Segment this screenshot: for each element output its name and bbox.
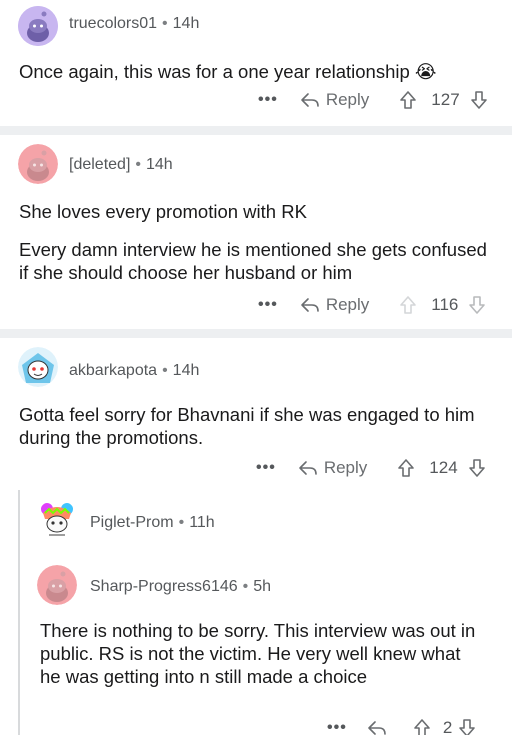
snoo-avatar-icon [18, 6, 58, 46]
comment-paragraph: Gotta feel sorry for Bhavnani if she was… [19, 404, 475, 448]
reply-label: Reply [325, 90, 370, 109]
comment-meta: [deleted] • 14h [69, 156, 173, 173]
downvote-button[interactable] [470, 90, 488, 110]
divider [0, 126, 512, 135]
comment-meta: truecolors01 • 14h [69, 15, 200, 32]
reply-label: Reply [323, 458, 368, 477]
upvote-arrow-icon [398, 459, 415, 477]
upvote-button[interactable] [397, 458, 415, 478]
vote-count: 127 [431, 90, 460, 109]
username[interactable]: akbarkapota [69, 362, 157, 379]
username[interactable]: truecolors01 [69, 15, 157, 32]
more-options-button[interactable]: ••• [258, 91, 278, 109]
snoo-avatar-icon [37, 499, 77, 539]
comment-paragraph: There is nothing to be sorry. This inter… [40, 620, 476, 687]
comment-body: She loves every promotion with RK Every … [19, 200, 494, 284]
downvote-button[interactable] [458, 718, 476, 735]
timestamp: 11h [189, 514, 215, 531]
divider [0, 329, 512, 338]
vote-count: 116 [431, 295, 459, 314]
reply-button[interactable]: Reply [300, 295, 369, 315]
thread-line[interactable] [18, 490, 20, 735]
comment-actions: ••• Reply 124 [256, 455, 486, 481]
reply-arrow-icon [301, 93, 319, 107]
reply-button[interactable]: Reply [300, 90, 369, 110]
upvote-button[interactable] [413, 718, 431, 735]
timestamp: 14h [172, 15, 200, 32]
reply-arrow-icon [368, 721, 386, 735]
avatar[interactable] [18, 144, 58, 184]
username[interactable]: [deleted] [69, 156, 130, 173]
comment-actions: ••• 2 [327, 718, 476, 735]
comment-actions: ••• Reply 127 [258, 87, 488, 113]
upvote-arrow-icon [400, 296, 417, 314]
comment-meta: Piglet-Prom • 11h [90, 514, 215, 531]
upvote-arrow-icon [400, 91, 417, 109]
vote-count: 124 [429, 458, 458, 477]
more-options-button[interactable]: ••• [256, 459, 276, 477]
reply-label: Reply [325, 295, 370, 314]
vote-count: 2 [442, 718, 453, 735]
reply-arrow-icon [301, 298, 319, 312]
more-options-button[interactable]: ••• [327, 719, 347, 735]
downvote-button[interactable] [468, 458, 486, 478]
comment-body: Gotta feel sorry for Bhavnani if she was… [19, 403, 494, 449]
snoo-avatar-icon [18, 347, 58, 387]
upvote-arrow-icon [414, 719, 430, 735]
username[interactable]: Piglet-Prom [90, 514, 174, 531]
reply-button[interactable]: Reply [298, 458, 367, 478]
timestamp: 5h [253, 578, 272, 595]
comment-paragraph: Once again, this was for a one year rela… [19, 61, 437, 82]
comment-meta: Sharp-Progress6146 • 5h [90, 578, 272, 595]
avatar[interactable] [18, 347, 58, 387]
timestamp: 14h [146, 156, 173, 173]
more-options-button[interactable]: ••• [258, 296, 278, 314]
comment-paragraph: She loves every promotion with RK [19, 201, 307, 222]
comment-body: There is nothing to be sorry. This inter… [40, 619, 480, 688]
avatar[interactable] [18, 6, 58, 46]
upvote-button[interactable] [399, 295, 417, 315]
comment-meta: akbarkapota • 14h [69, 362, 200, 379]
comment-body: Once again, this was for a one year rela… [19, 60, 489, 83]
comment-paragraph: Every damn interview he is mentioned she… [19, 239, 487, 283]
comment-actions: ••• Reply 116 [258, 292, 486, 318]
username[interactable]: Sharp-Progress6146 [90, 578, 238, 595]
downvote-arrow-icon [469, 296, 486, 314]
reply-button[interactable] [367, 720, 387, 735]
avatar[interactable] [37, 565, 77, 605]
timestamp: 14h [172, 362, 200, 379]
downvote-arrow-icon [468, 459, 485, 477]
snoo-avatar-icon [37, 565, 77, 605]
downvote-button[interactable] [468, 295, 486, 315]
downvote-arrow-icon [459, 719, 476, 735]
reply-arrow-icon [299, 461, 317, 475]
upvote-button[interactable] [399, 90, 417, 110]
downvote-arrow-icon [470, 91, 487, 109]
snoo-avatar-icon [18, 144, 58, 184]
avatar[interactable] [37, 499, 77, 539]
